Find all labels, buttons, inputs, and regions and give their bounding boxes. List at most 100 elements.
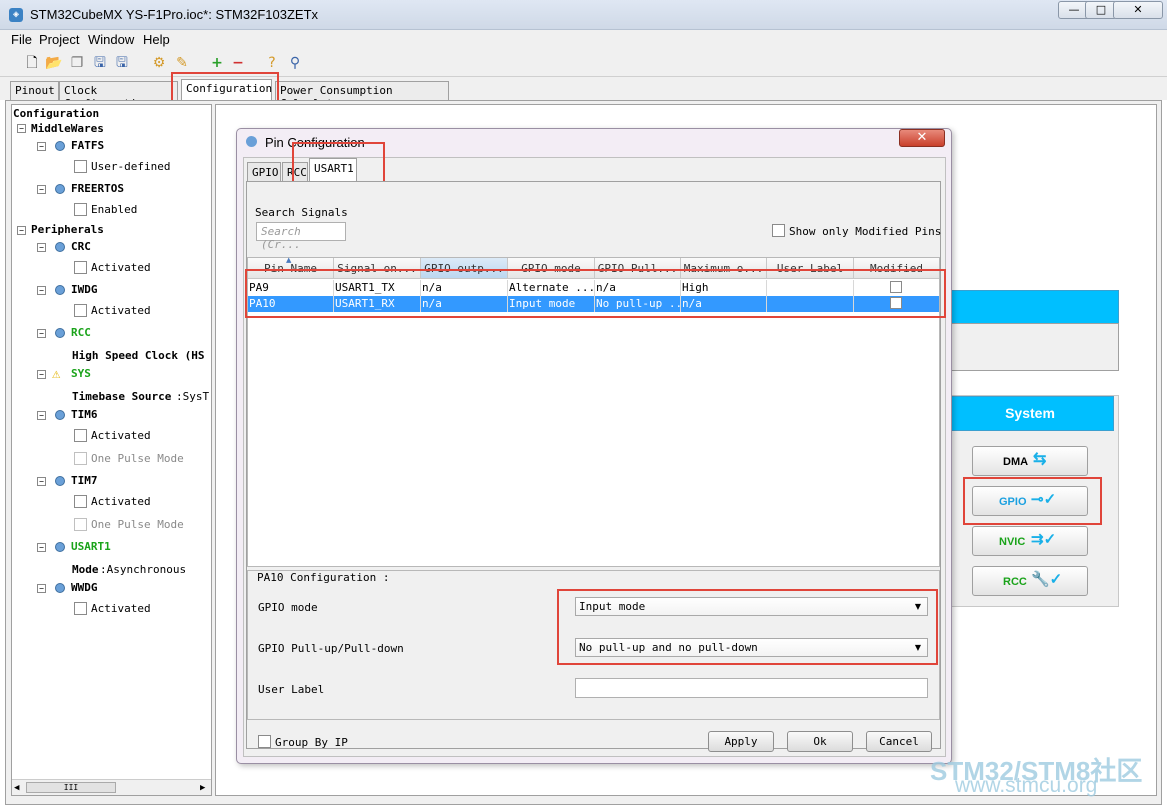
dialog-icon (246, 136, 257, 147)
menu-file[interactable]: File (11, 32, 32, 47)
collapse-icon[interactable]: − (37, 329, 46, 338)
dma-icon: ⇆ (1033, 451, 1047, 468)
collapse-icon[interactable]: − (37, 142, 46, 151)
horizontal-scrollbar[interactable]: ◀ III ▶ (12, 779, 211, 795)
rcc-label: RCC (1003, 576, 1027, 588)
apply-button[interactable]: Apply (708, 731, 774, 752)
new-project-icon[interactable]: 🗋 (23, 54, 41, 72)
group-by-ip-checkbox[interactable] (258, 735, 271, 748)
dma-button[interactable]: DMA ⇆ (972, 446, 1088, 476)
rcc-button[interactable]: RCC 🔧✓ (972, 566, 1088, 596)
tab-clock-configuration[interactable]: Clock Configuration (59, 81, 178, 110)
dialog-close-button[interactable]: ✕ (899, 129, 945, 147)
report-icon[interactable]: ✎ (173, 54, 191, 72)
node-icon (55, 285, 65, 295)
tree-middlewares[interactable]: MiddleWares (31, 122, 104, 135)
menu-window[interactable]: Window (88, 32, 134, 47)
wwdg-activated-checkbox[interactable] (74, 602, 87, 615)
node-icon (55, 583, 65, 593)
activated-label: Activated (91, 602, 151, 615)
window-title: STM32CubeMX YS-F1Pro.ioc*: STM32F103ZETx (30, 7, 319, 22)
tree-sys[interactable]: SYS (71, 367, 91, 380)
tree-tim6[interactable]: TIM6 (71, 408, 98, 421)
tim6-activated-checkbox[interactable] (74, 429, 87, 442)
search-signals-input[interactable]: Search (Cr... (256, 222, 346, 251)
tree-rcc[interactable]: RCC (71, 326, 91, 339)
activated-label: Activated (91, 495, 151, 508)
collapse-icon[interactable]: − (37, 411, 46, 420)
collapse-icon[interactable]: − (17, 226, 26, 235)
help-icon[interactable]: ? (263, 54, 281, 72)
node-icon (55, 328, 65, 338)
tab-power-consumption[interactable]: Power Consumption Calculator (275, 81, 449, 110)
save-as-icon[interactable]: 🖫 (113, 54, 131, 72)
crc-activated-checkbox[interactable] (74, 261, 87, 274)
one-pulse-label: One Pulse Mode (91, 518, 184, 531)
remove-icon[interactable]: − (229, 54, 247, 72)
scroll-left-icon[interactable]: ◀ (14, 783, 19, 793)
tim7-one-pulse-checkbox[interactable] (74, 518, 87, 531)
tree-fatfs[interactable]: FATFS (71, 139, 104, 152)
nvic-icon: ⇉✓ (1031, 531, 1057, 548)
save-icon[interactable]: 🖫 (91, 54, 109, 72)
collapse-icon[interactable]: − (37, 477, 46, 486)
node-icon (55, 410, 65, 420)
app-icon: ◈ (9, 8, 23, 22)
about-icon[interactable]: ⚲ (286, 54, 304, 72)
collapse-icon[interactable]: − (37, 370, 46, 379)
menu-project[interactable]: Project (39, 32, 79, 47)
one-pulse-label: One Pulse Mode (91, 452, 184, 465)
watermark-url: www.stmcu.org (955, 774, 1098, 797)
tree-iwdg[interactable]: IWDG (71, 283, 98, 296)
collapse-icon[interactable]: − (37, 584, 46, 593)
cancel-button[interactable]: Cancel (866, 731, 932, 752)
tree-tim7[interactable]: TIM7 (71, 474, 98, 487)
user-label-input[interactable] (575, 678, 928, 698)
generate-code-icon[interactable]: ⚙ (150, 54, 168, 72)
collapse-icon[interactable]: − (37, 185, 46, 194)
tim7-activated-checkbox[interactable] (74, 495, 87, 508)
nvic-button[interactable]: NVIC ⇉✓ (972, 526, 1088, 556)
ok-button[interactable]: Ok (787, 731, 853, 752)
sort-asc-icon: ▲ (286, 256, 292, 264)
collapse-icon[interactable]: − (37, 286, 46, 295)
close-button[interactable]: ✕ (1113, 1, 1163, 19)
iwdg-activated-checkbox[interactable] (74, 304, 87, 317)
usart-mode-key: Mode (72, 563, 99, 576)
tree-freertos[interactable]: FREERTOS (71, 182, 124, 195)
collapse-icon[interactable]: − (37, 543, 46, 552)
tim6-one-pulse-checkbox[interactable] (74, 452, 87, 465)
collapse-icon[interactable]: − (37, 243, 46, 252)
tree-peripherals[interactable]: Peripherals (31, 223, 104, 236)
user-defined-checkbox[interactable] (74, 160, 87, 173)
highlight-gpio-button (963, 477, 1102, 525)
scroll-right-icon[interactable]: ▶ (200, 783, 205, 793)
rcc-icon: 🔧✓ (1031, 571, 1063, 588)
gpio-mode-label: GPIO mode (258, 601, 318, 614)
enabled-checkbox[interactable] (74, 203, 87, 216)
node-icon (55, 542, 65, 552)
system-header: System (946, 396, 1114, 431)
configuration-tree: Configuration − MiddleWares − FATFS User… (11, 104, 212, 796)
warning-icon: ⚠ (52, 366, 61, 382)
category-panel (946, 323, 1119, 371)
menu-help[interactable]: Help (143, 32, 170, 47)
open-folder-icon[interactable]: 📂 (45, 54, 63, 72)
sys-timebase-key: Timebase Source (72, 390, 172, 403)
user-label-label: User Label (258, 683, 325, 696)
node-icon (55, 476, 65, 486)
activated-label: Activated (91, 304, 151, 317)
tab-gpio[interactable]: GPIO (247, 162, 281, 182)
activated-label: Activated (91, 261, 151, 274)
add-icon[interactable]: + (208, 54, 226, 72)
tree-root-configuration: Configuration (13, 107, 100, 120)
tree-usart1[interactable]: USART1 (71, 540, 111, 553)
tab-pinout[interactable]: Pinout (10, 81, 59, 100)
tree-crc[interactable]: CRC (71, 240, 91, 253)
scroll-thumb[interactable]: III (26, 782, 116, 793)
show-modified-checkbox[interactable] (772, 224, 785, 237)
copy-icon[interactable]: ❐ (68, 54, 86, 72)
rcc-hse-label: High Speed Clock (HS (72, 349, 205, 362)
collapse-icon[interactable]: − (17, 124, 26, 133)
tree-wwdg[interactable]: WWDG (71, 581, 98, 594)
